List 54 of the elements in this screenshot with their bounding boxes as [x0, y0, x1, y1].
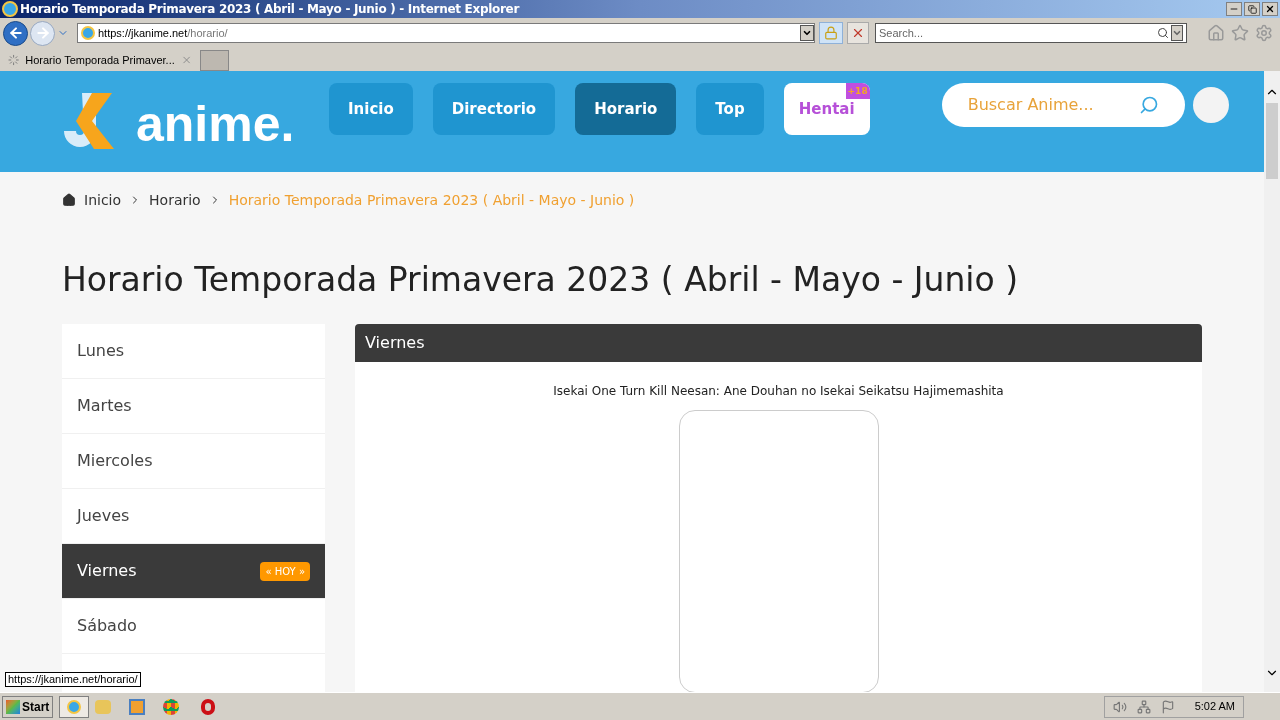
- home-icon[interactable]: [1207, 24, 1225, 42]
- caret-icon: [1172, 28, 1182, 38]
- ie-icon: [2, 1, 18, 17]
- panel-header: Viernes: [355, 324, 1202, 362]
- search-field[interactable]: Search...: [875, 23, 1187, 43]
- network-icon[interactable]: [1136, 699, 1151, 714]
- opera-icon[interactable]: [201, 698, 216, 715]
- lock-button[interactable]: [819, 22, 843, 44]
- star-icon[interactable]: [1231, 24, 1249, 42]
- search-icon: [1157, 27, 1169, 39]
- windows-logo-icon: [6, 699, 20, 714]
- breadcrumb-link[interactable]: Inicio: [84, 189, 122, 211]
- status-tooltip: https://jkanime.net/horario/: [5, 672, 141, 687]
- nav-link[interactable]: Horario: [575, 83, 677, 135]
- settings-icon[interactable]: [1255, 24, 1273, 42]
- minimize-button[interactable]: [1226, 2, 1242, 16]
- ie-taskbar-icon[interactable]: [59, 695, 90, 718]
- ie-icon: [81, 26, 95, 40]
- caret-icon: [802, 28, 812, 38]
- address-field[interactable]: https://jkanime.net/horario/: [77, 23, 815, 43]
- scroll-thumb[interactable]: [1266, 103, 1278, 179]
- new-tab-button[interactable]: [200, 50, 229, 71]
- close-button[interactable]: [1262, 2, 1278, 16]
- chrome-icon[interactable]: [163, 698, 180, 715]
- nav-link[interactable]: Hentai +18: [783, 83, 870, 135]
- logo-text: anime.: [136, 99, 295, 149]
- page-heading: Horario Temporada Primavera 2023 ( Abril - Mayo - Junio ): [62, 260, 1020, 300]
- forward-arrow-icon: [34, 25, 51, 41]
- breadcrumb-link[interactable]: Horario: [149, 189, 201, 211]
- close-tab-icon[interactable]: [180, 54, 192, 66]
- dropdown-button[interactable]: [800, 25, 814, 41]
- back-button[interactable]: [3, 20, 28, 46]
- stop-icon: [851, 26, 865, 40]
- flag-icon[interactable]: [1160, 699, 1175, 714]
- url-text: https://jkanime.net/horario/: [98, 25, 228, 41]
- tab-title: Horario Temporada Primaver...: [25, 52, 175, 68]
- age-badge: +18: [845, 83, 870, 99]
- home-icon: [62, 193, 76, 207]
- volume-icon[interactable]: [1112, 699, 1127, 714]
- media-player-icon[interactable]: [129, 698, 146, 715]
- day-item[interactable]: Viernes « HOY »: [62, 544, 325, 599]
- search-icon: [1138, 95, 1159, 115]
- window-title: Horario Temporada Primavera 2023 ( Abril - Mayo - Junio ) - Internet Explorer: [20, 1, 520, 18]
- loading-icon: [8, 54, 20, 66]
- start-button[interactable]: Start: [2, 695, 54, 718]
- restore-icon: [1247, 4, 1257, 14]
- lock-icon: [824, 26, 838, 40]
- clock: 5:02 AM: [1194, 699, 1235, 715]
- stop-button[interactable]: [847, 22, 869, 44]
- today-badge: « HOY »: [260, 561, 310, 581]
- restore-button[interactable]: [1244, 2, 1260, 16]
- anime-title[interactable]: Isekai One Turn Kill Neesan: Ane Douhan no Isekai Seikatsu Hajimemashita: [553, 382, 1004, 400]
- close-icon: [1265, 4, 1275, 14]
- user-avatar[interactable]: [1192, 87, 1229, 123]
